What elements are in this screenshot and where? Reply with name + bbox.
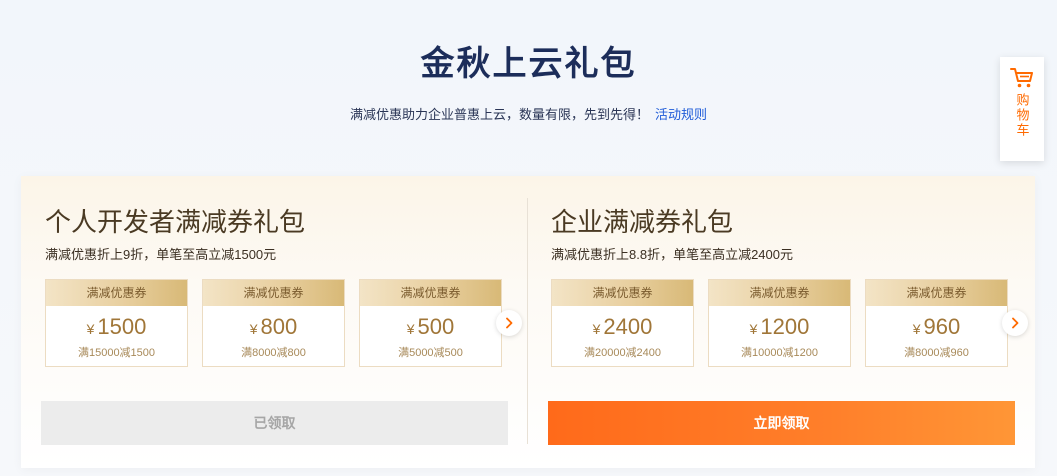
coupon-condition: 满20000减2400 — [583, 347, 662, 359]
coupon-card: 满减优惠券 ¥2400 满20000减2400 — [551, 279, 694, 367]
coupon-condition: 满8000减960 — [904, 347, 969, 359]
coupons-next-button[interactable] — [496, 310, 522, 336]
pack-description: 满减优惠折上8.8折，单笔至高立减2400元 — [551, 247, 793, 262]
currency-symbol: ¥ — [912, 321, 921, 337]
coupons-next-button[interactable] — [1002, 310, 1028, 336]
coupon-header: 满减优惠券 — [866, 280, 1007, 306]
coupon-header: 满减优惠券 — [203, 280, 344, 306]
coupon-card: 满减优惠券 ¥960 满8000减960 — [865, 279, 1008, 367]
coupon-amount: ¥800 — [203, 315, 344, 341]
coupon-card: 满减优惠券 ¥500 满5000减500 — [359, 279, 502, 367]
coupon-card: 满减优惠券 ¥1500 满15000减1500 — [45, 279, 188, 367]
claimed-button[interactable]: 已领取 — [41, 401, 508, 445]
page-subtitle: 满减优惠助力企业普惠上云，数量有限，先到先得！ 活动规则 — [0, 104, 1057, 123]
coupon-value: 1500 — [97, 314, 147, 339]
pack-title: 企业满减券礼包 — [551, 207, 734, 237]
coupon-value: 2400 — [603, 314, 653, 339]
coupon-amount: ¥2400 — [552, 315, 693, 341]
coupon-header: 满减优惠券 — [552, 280, 693, 306]
chevron-right-icon — [506, 317, 513, 329]
claim-now-button[interactable]: 立即领取 — [548, 401, 1015, 445]
activity-rules-link[interactable]: 活动规则 — [655, 107, 707, 122]
coupon-condition: 满15000减1500 — [77, 347, 156, 359]
coupon-value: 1200 — [760, 314, 810, 339]
coupon-card: 满减优惠券 ¥1200 满10000减1200 — [708, 279, 851, 367]
coupon-header: 满减优惠券 — [360, 280, 501, 306]
cart-label: 购物车 — [1014, 93, 1030, 138]
coupon-header: 满减优惠券 — [46, 280, 187, 306]
coupon-value: 800 — [260, 314, 298, 339]
currency-symbol: ¥ — [86, 321, 95, 337]
pack-divider — [527, 198, 528, 444]
coupon-header: 满减优惠券 — [709, 280, 850, 306]
pack-title: 个人开发者满减券礼包 — [45, 207, 306, 237]
coupon-amount: ¥500 — [360, 315, 501, 341]
chevron-right-icon — [1012, 317, 1019, 329]
pack-description: 满减优惠折上9折，单笔至高立减1500元 — [45, 247, 277, 262]
currency-symbol: ¥ — [749, 321, 758, 337]
coupon-condition: 满10000减1200 — [740, 347, 819, 359]
gift-pack-panel: 个人开发者满减券礼包 满减优惠折上9折，单笔至高立减1500元 满减优惠券 ¥1… — [21, 176, 1035, 468]
coupon-condition: 满5000减500 — [398, 347, 463, 359]
page-title: 金秋上云礼包 — [420, 45, 637, 83]
coupon-amount: ¥1500 — [46, 315, 187, 341]
currency-symbol: ¥ — [406, 321, 415, 337]
cart-icon — [1010, 68, 1033, 88]
currency-symbol: ¥ — [249, 321, 258, 337]
coupon-amount: ¥1200 — [709, 315, 850, 341]
coupon-card: 满减优惠券 ¥800 满8000减800 — [202, 279, 345, 367]
coupon-value: 960 — [923, 314, 961, 339]
cart-widget[interactable]: 购物车 — [1000, 57, 1044, 161]
coupon-value: 500 — [417, 314, 455, 339]
coupon-condition: 满8000减800 — [241, 347, 306, 359]
coupon-amount: ¥960 — [866, 315, 1007, 341]
currency-symbol: ¥ — [592, 321, 601, 337]
subtitle-text: 满减优惠助力企业普惠上云，数量有限，先到先得！ — [349, 107, 649, 122]
